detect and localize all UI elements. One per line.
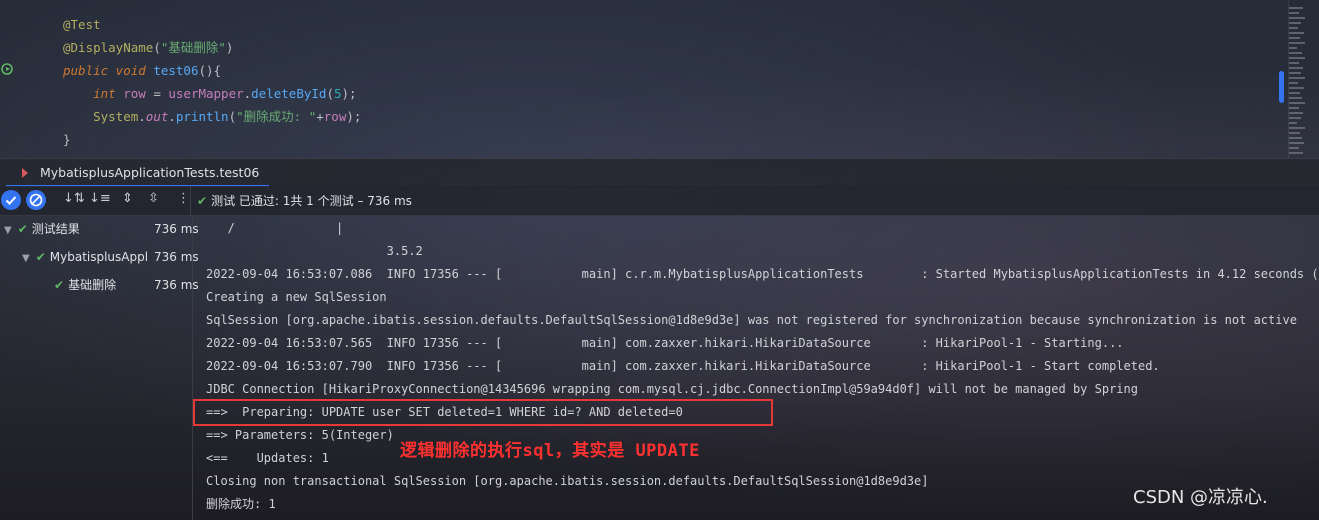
code-token: } <box>63 132 71 147</box>
code-token: @DisplayName <box>63 40 154 55</box>
code-token: public void <box>63 63 154 78</box>
run-test-icon[interactable] <box>1 62 15 76</box>
code-token: ( <box>228 109 237 124</box>
code-line[interactable]: int row = userMapper.deleteById(5); <box>63 82 361 105</box>
code-token: (){ <box>198 63 222 78</box>
code-token: row <box>323 109 347 124</box>
chevron-down-icon[interactable]: ▼ <box>4 225 12 236</box>
code-token: ); <box>341 86 357 101</box>
console-line: SqlSession [org.apache.ibatis.session.de… <box>206 313 1297 327</box>
code-line[interactable]: @Test <box>63 13 361 36</box>
code-token: System <box>93 109 139 124</box>
tab-test06[interactable]: MybatisplusApplicationTests.test06 <box>6 159 269 187</box>
code-token: deleteById <box>251 86 327 101</box>
code-editor[interactable]: @Test @DisplayName("基础删除") public void tes… <box>0 0 1319 158</box>
code-token: @Test <box>63 17 101 32</box>
code-line[interactable]: } <box>63 128 361 151</box>
sql-highlight-box <box>193 399 773 426</box>
annotation-note: 逻辑删除的执行sql，其实是 UPDATE <box>400 441 700 461</box>
code-token: out <box>145 109 169 124</box>
passed-check-icon: ✔ <box>35 250 46 264</box>
console-line: 3.5.2 <box>206 244 423 258</box>
console-line: 2022-09-04 16:53:07.086 INFO 17356 --- [… <box>206 267 1319 281</box>
code-token: row <box>123 86 146 101</box>
test-status-label: 测试 已通过: 1共 1 个测试 – 736 ms <box>211 194 412 208</box>
watermark: CSDN @凉凉心. <box>1133 487 1268 508</box>
tab-label: MybatisplusApplicationTests.test06 <box>40 165 260 180</box>
toolbar-divider <box>190 186 191 215</box>
code-token: ( <box>153 40 161 55</box>
code-token: + <box>316 109 324 124</box>
code-token: = <box>145 86 169 101</box>
passed-check-icon: ✔ <box>197 194 208 208</box>
more-options-icon[interactable]: ⋮ <box>177 191 190 206</box>
passed-check-icon: ✔ <box>17 222 28 236</box>
console-line: / | <box>206 221 344 235</box>
console-line: ==> Parameters: 5(Integer) <box>206 428 394 442</box>
tree-node-root[interactable]: ▼ ✔ 测试结果 <box>4 218 80 240</box>
editor-scrollbar[interactable] <box>1279 71 1284 103</box>
console-line: 2022-09-04 16:53:07.565 INFO 17356 --- [… <box>206 336 1124 350</box>
code-token: "基础删除" <box>160 40 226 55</box>
code-token: println <box>175 109 229 124</box>
code-token: userMapper <box>168 86 244 101</box>
code-token: ( <box>326 86 334 101</box>
code-token: test06 <box>153 63 199 78</box>
sort-alphabetically-icon[interactable]: ↓⇅ <box>63 191 85 206</box>
code-line[interactable]: System.out.println("删除成功: "+row); <box>63 105 361 128</box>
code-line[interactable]: @DisplayName("基础删除") <box>63 36 361 59</box>
console-line: Creating a new SqlSession <box>206 290 387 304</box>
tree-divider <box>192 215 193 520</box>
code-minimap[interactable] <box>1289 4 1307 154</box>
passed-check-icon: ✔ <box>54 278 65 292</box>
editor-gutter <box>0 0 22 158</box>
code-token: . <box>138 109 146 124</box>
test-runner-toolbar: ↓⇅ ↓≡ ⇕ ⇳ ⋮ ✔ 测试 已通过: 1共 1 个测试 – 736 ms <box>0 186 1319 216</box>
tree-node-method[interactable]: ✔ 基础删除 <box>54 274 116 296</box>
code-token: 5 <box>333 86 342 101</box>
tree-node-class[interactable]: ▼ ✔ MybatisplusAppl <box>22 246 148 268</box>
collapse-all-icon[interactable]: ⇳ <box>148 191 159 206</box>
run-config-icon <box>22 168 28 178</box>
run-tool-window-tabs: MybatisplusApplicationTests.test06 <box>0 158 1319 187</box>
code-token: . <box>168 109 176 124</box>
code-token: int <box>93 86 124 101</box>
sort-by-duration-icon[interactable]: ↓≡ <box>89 191 111 206</box>
tree-node-label: 测试结果 <box>31 222 80 236</box>
console-line: 删除成功: 1 <box>206 497 276 511</box>
expand-all-icon[interactable]: ⇕ <box>122 191 133 206</box>
show-ignored-button[interactable] <box>26 190 46 210</box>
chevron-down-icon[interactable]: ▼ <box>22 253 30 264</box>
code-lines[interactable]: @Test @DisplayName("基础删除") public void tes… <box>63 13 361 151</box>
console-line: JDBC Connection [HikariProxyConnection@1… <box>206 382 1138 396</box>
check-icon <box>5 196 17 205</box>
console-line: 2022-09-04 16:53:07.790 INFO 17356 --- [… <box>206 359 1160 373</box>
test-results-tree[interactable]: ▼ ✔ 测试结果 736 ms ▼ ✔ MybatisplusAppl 736 ms ✔… <box>0 215 199 520</box>
ban-icon <box>29 193 43 207</box>
tree-node-label: 基础删除 <box>68 278 117 292</box>
console-output[interactable]: / | 3.5.2 2022-09-04 16:53:07.086 INFO 1… <box>206 215 1319 520</box>
code-line[interactable]: public void test06(){ <box>63 59 361 82</box>
code-token: "删除成功: " <box>236 109 317 124</box>
show-passed-button[interactable] <box>1 190 21 210</box>
tree-node-label: MybatisplusAppl <box>49 250 149 264</box>
console-line: <== Updates: 1 <box>206 451 329 465</box>
console-line: Closing non transactional SqlSession [or… <box>206 474 929 488</box>
test-status: ✔ 测试 已通过: 1共 1 个测试 – 736 ms <box>197 192 412 209</box>
code-token: ); <box>346 109 362 124</box>
code-token: ) <box>225 40 234 55</box>
